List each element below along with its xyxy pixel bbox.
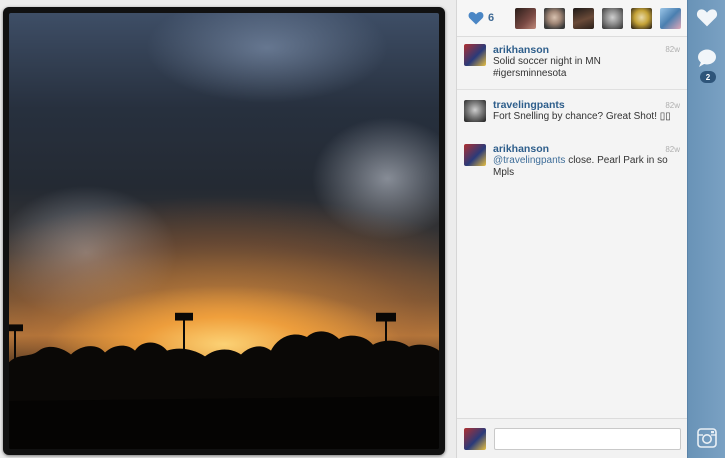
liker-avatar[interactable]	[515, 7, 536, 29]
caption: arikhanson Solid soccer night in MN #ige…	[457, 37, 687, 90]
comment-text-rest: close. Pearl Park in so	[565, 155, 668, 166]
speech-bubble-icon	[698, 49, 716, 67]
avatar[interactable]	[464, 144, 486, 166]
comment-text: Fort Snelling by chance? Great Shot! ▯▯	[493, 111, 671, 122]
action-rail: 2	[687, 0, 725, 458]
tree-silhouette	[9, 312, 439, 449]
avatar	[464, 428, 486, 450]
sunset-photo[interactable]	[9, 13, 439, 449]
caption-username[interactable]: arikhanson	[493, 44, 679, 56]
like-count[interactable]: 6	[488, 12, 512, 24]
liker-avatar[interactable]	[544, 7, 565, 29]
comment-text: @travelingpants close. Pearl Park in so	[493, 155, 679, 167]
comment-item: arikhanson @travelingpants close. Pearl …	[457, 137, 687, 187]
caption-timestamp: 82w	[665, 45, 680, 54]
camera-icon	[697, 428, 717, 448]
liker-avatar[interactable]	[602, 7, 623, 29]
comment-input[interactable]	[494, 428, 681, 450]
comment-text-line2: Mpls	[493, 167, 515, 178]
comment-timestamp: 82w	[665, 145, 680, 154]
liker-avatar[interactable]	[573, 7, 594, 29]
mention-link[interactable]: @travelingpants	[493, 155, 565, 166]
caption-text: Solid soccer night in MN	[493, 56, 601, 67]
photo-frame	[3, 7, 445, 455]
liker-avatar[interactable]	[631, 7, 652, 29]
avatar[interactable]	[464, 100, 486, 122]
photo-panel	[0, 0, 456, 458]
instagram-logo[interactable]	[688, 428, 725, 448]
like-button[interactable]	[688, 8, 725, 27]
liker-avatars	[515, 7, 681, 29]
heart-icon[interactable]	[468, 11, 484, 25]
caption-hashtag[interactable]: #igersminnesota	[493, 68, 679, 80]
avatar[interactable]	[464, 44, 486, 66]
likes-bar: 6	[457, 0, 687, 37]
comment-username[interactable]: travelingpants	[493, 99, 679, 111]
comment-button[interactable]	[688, 48, 725, 68]
comments-panel: 6 arikhanson Solid soccer night in MN #i…	[456, 0, 687, 458]
comment-count-badge: 2	[700, 71, 716, 83]
comment-input-bar	[457, 418, 687, 458]
liker-avatar[interactable]	[660, 7, 681, 29]
comment-item: travelingpants Fort Snelling by chance? …	[457, 93, 687, 137]
comments-list: travelingpants Fort Snelling by chance? …	[457, 90, 687, 187]
comment-username[interactable]: arikhanson	[493, 143, 679, 155]
heart-icon	[696, 9, 718, 27]
comment-timestamp: 82w	[665, 101, 680, 110]
